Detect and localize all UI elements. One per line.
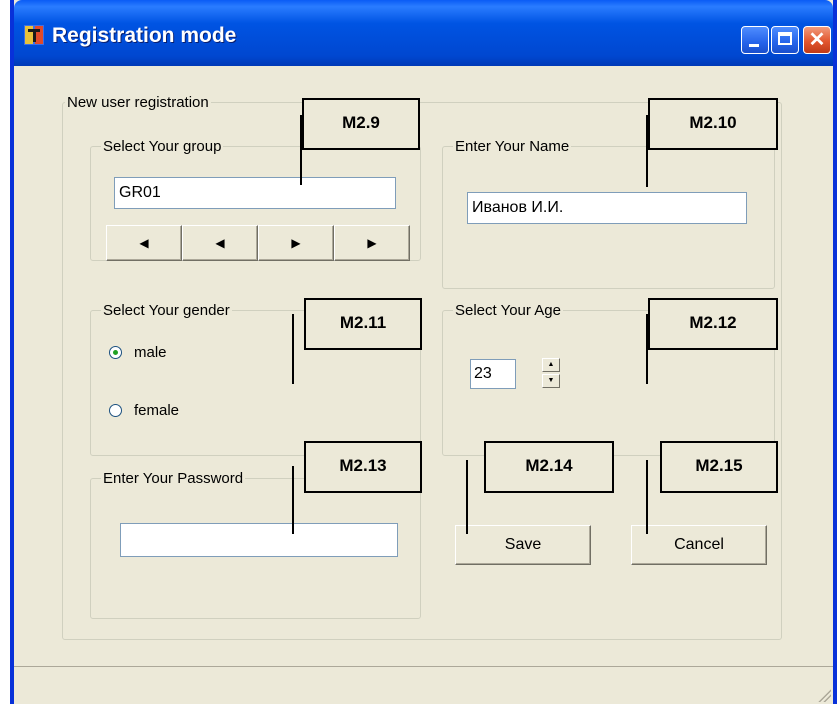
close-button[interactable]: ✕ xyxy=(803,26,831,54)
skip-first-icon: ◀​ xyxy=(139,236,149,250)
enter-name-label: Enter Your Name xyxy=(453,138,572,155)
callout-m2-9: M2.9 xyxy=(302,98,420,150)
callout-leader xyxy=(292,466,294,534)
arrow-up-icon: ▲ xyxy=(547,361,555,368)
next-icon: ▶ xyxy=(291,236,301,250)
dev-app-icon xyxy=(24,25,44,45)
minimize-icon xyxy=(749,44,759,47)
radio-selected-icon xyxy=(109,346,122,359)
enter-password-label: Enter Your Password xyxy=(101,470,246,487)
first-record-button[interactable]: ◀​ xyxy=(106,225,182,261)
gender-male-radio[interactable]: male xyxy=(109,344,167,361)
gender-female-radio[interactable]: female xyxy=(109,402,179,419)
window-title: Registration mode xyxy=(52,24,237,47)
last-record-button[interactable]: ▶​ xyxy=(334,225,410,261)
registration-window: Registration mode ✕ New user registratio… xyxy=(10,0,837,704)
save-label: Save xyxy=(504,536,542,553)
cancel-label: Cancel xyxy=(674,536,724,553)
age-field[interactable]: 23 xyxy=(470,359,516,389)
maximize-icon xyxy=(778,32,792,45)
callout-m2-10: M2.10 xyxy=(648,98,778,150)
previous-icon: ◀ xyxy=(215,236,225,250)
callout-m2-14: M2.14 xyxy=(484,441,614,493)
callout-m2-13: M2.13 xyxy=(304,441,422,493)
previous-record-button[interactable]: ◀ xyxy=(182,225,258,261)
callout-m2-15: M2.15 xyxy=(660,441,778,493)
callout-m2-11: M2.11 xyxy=(304,298,422,350)
select-group-label: Select Your group xyxy=(101,138,224,155)
close-icon: ✕ xyxy=(808,29,826,51)
save-button[interactable]: Save xyxy=(455,525,591,565)
select-age-label: Select Your Age xyxy=(453,302,563,319)
group-field[interactable]: GR01 xyxy=(114,177,396,209)
arrow-down-icon: ▼ xyxy=(547,377,555,384)
callout-leader xyxy=(466,460,468,534)
next-record-button[interactable]: ▶ xyxy=(258,225,334,261)
male-label: male xyxy=(134,344,167,361)
female-label: female xyxy=(134,402,180,419)
resize-grip-icon[interactable] xyxy=(815,686,831,702)
status-bar xyxy=(14,666,833,704)
password-field[interactable] xyxy=(120,523,398,557)
radio-unselected-icon xyxy=(109,404,122,417)
skip-last-icon: ▶​ xyxy=(367,236,377,250)
minimize-button[interactable] xyxy=(741,26,769,54)
cancel-button[interactable]: Cancel xyxy=(631,525,767,565)
maximize-button[interactable] xyxy=(771,26,799,54)
callout-leader xyxy=(646,460,648,534)
group-navigator: ◀​ ◀ ▶ ▶​ xyxy=(106,225,410,261)
group-label: New user registration xyxy=(65,94,211,111)
age-down-button[interactable]: ▼ xyxy=(542,374,560,388)
callout-leader xyxy=(292,314,294,384)
age-up-button[interactable]: ▲ xyxy=(542,358,560,372)
select-gender-label: Select Your gender xyxy=(101,302,232,319)
name-field[interactable]: Иванов И.И. xyxy=(467,192,747,224)
age-spinner: ▲ ▼ xyxy=(542,358,560,388)
callout-m2-12: M2.12 xyxy=(648,298,778,350)
title-bar[interactable]: Registration mode ✕ xyxy=(14,0,833,66)
